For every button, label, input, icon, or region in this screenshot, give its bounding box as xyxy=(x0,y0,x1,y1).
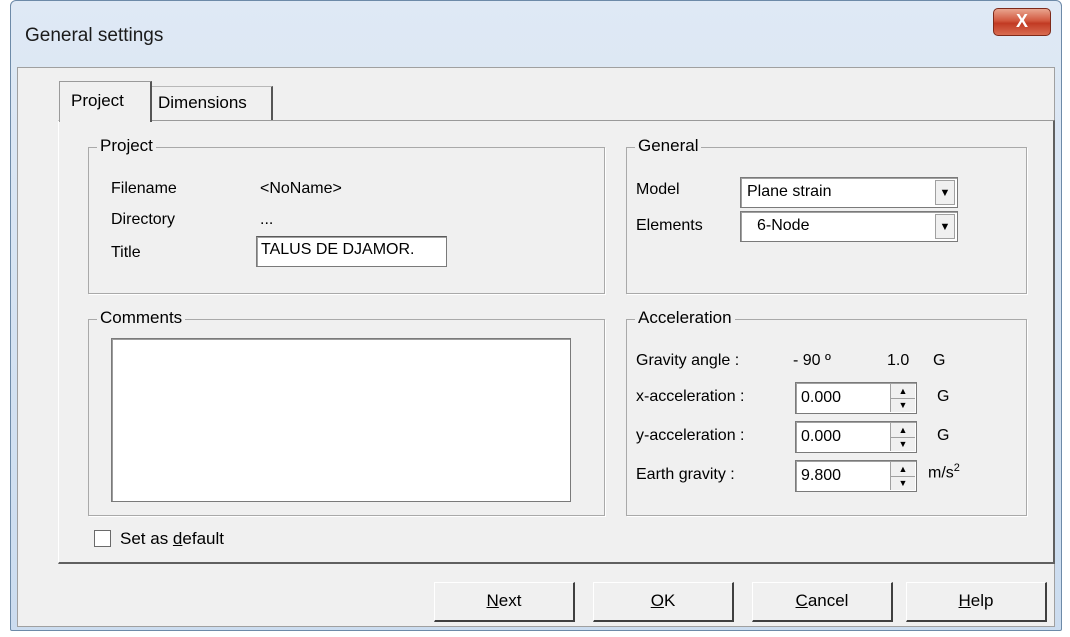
chevron-down-icon[interactable]: ▼ xyxy=(935,214,955,239)
earth-gravity-label: Earth gravity : xyxy=(636,466,735,483)
model-label: Model xyxy=(636,181,680,198)
project-group-legend: Project xyxy=(97,136,156,156)
title-bar[interactable]: General settings X xyxy=(11,1,1061,67)
general-settings-dialog: General settings X Project Dimensions Pr… xyxy=(10,0,1062,631)
acceleration-group: Acceleration Gravity angle : - 90 º 1.0 … xyxy=(626,308,1027,516)
y-acceleration-label: y-acceleration : xyxy=(636,427,745,444)
tab-project-label: Project xyxy=(71,91,124,110)
filename-value: <NoName> xyxy=(260,180,342,197)
x-acceleration-value: 0.000 xyxy=(801,389,842,406)
dialog-client-area: Project Dimensions Project Filename <NoN… xyxy=(17,67,1055,627)
comments-group: Comments xyxy=(88,308,605,516)
title-input[interactable]: TALUS DE DJAMOR. xyxy=(256,236,447,267)
model-select[interactable]: Plane strain ▼ xyxy=(740,177,958,208)
y-acceleration-stepper[interactable]: ▲ ▼ xyxy=(890,423,915,451)
project-group: Project Filename <NoName> Directory ... … xyxy=(88,136,605,294)
earth-gravity-value: 9.800 xyxy=(801,467,842,484)
tab-dimensions[interactable]: Dimensions xyxy=(152,86,273,120)
elements-select[interactable]: 6-Node ▼ xyxy=(740,211,958,242)
stepper-up-icon[interactable]: ▲ xyxy=(891,384,915,399)
title-label: Title xyxy=(111,244,141,261)
comments-group-legend: Comments xyxy=(97,308,186,328)
cancel-button[interactable]: Cancel xyxy=(752,582,893,622)
tab-project[interactable]: Project xyxy=(59,81,152,122)
y-acceleration-value: 0.000 xyxy=(801,428,842,445)
stepper-up-icon[interactable]: ▲ xyxy=(891,423,915,438)
earth-gravity-stepper[interactable]: ▲ ▼ xyxy=(890,462,915,490)
chevron-down-icon[interactable]: ▼ xyxy=(935,180,955,205)
x-acceleration-label: x-acceleration : xyxy=(636,388,745,405)
directory-value: ... xyxy=(260,211,274,228)
stepper-down-icon[interactable]: ▼ xyxy=(891,398,915,412)
filename-label: Filename xyxy=(111,180,177,197)
gravity-magnitude: 1.0 xyxy=(887,352,910,369)
stepper-down-icon[interactable]: ▼ xyxy=(891,437,915,451)
earth-gravity-input[interactable]: 9.800 ▲ ▼ xyxy=(795,460,917,492)
general-group: General Model Plane strain ▼ Elements 6-… xyxy=(626,136,1027,294)
y-acceleration-unit: G xyxy=(937,427,950,444)
gravity-unit: G xyxy=(933,352,946,369)
model-select-value: Plane strain xyxy=(747,183,832,200)
close-icon: X xyxy=(1015,11,1028,31)
y-acceleration-input[interactable]: 0.000 ▲ ▼ xyxy=(795,421,917,453)
x-acceleration-unit: G xyxy=(937,388,950,405)
gravity-angle-value: - 90 º xyxy=(793,352,831,369)
window-title: General settings xyxy=(25,25,164,46)
acceleration-group-legend: Acceleration xyxy=(635,308,735,328)
stepper-down-icon[interactable]: ▼ xyxy=(891,476,915,490)
x-acceleration-input[interactable]: 0.000 ▲ ▼ xyxy=(795,382,917,414)
set-as-default-checkbox[interactable] xyxy=(94,530,111,547)
general-group-legend: General xyxy=(635,136,702,156)
directory-label: Directory xyxy=(111,211,176,228)
next-button[interactable]: Next xyxy=(434,582,575,622)
close-button[interactable]: X xyxy=(993,8,1051,36)
elements-label: Elements xyxy=(636,217,703,234)
stepper-up-icon[interactable]: ▲ xyxy=(891,462,915,477)
x-acceleration-stepper[interactable]: ▲ ▼ xyxy=(890,384,915,412)
set-as-default-label[interactable]: Set as default xyxy=(120,529,224,549)
earth-gravity-unit: m/s2 xyxy=(928,462,960,482)
elements-select-value: 6-Node xyxy=(757,217,810,234)
gravity-angle-label: Gravity angle : xyxy=(636,352,740,369)
help-button[interactable]: Help xyxy=(906,582,1047,622)
tab-dimensions-label: Dimensions xyxy=(158,93,247,112)
tab-panel-project: Project Filename <NoName> Directory ... … xyxy=(58,120,1055,564)
comments-textarea[interactable] xyxy=(111,338,571,502)
ok-button[interactable]: OK xyxy=(593,582,734,622)
